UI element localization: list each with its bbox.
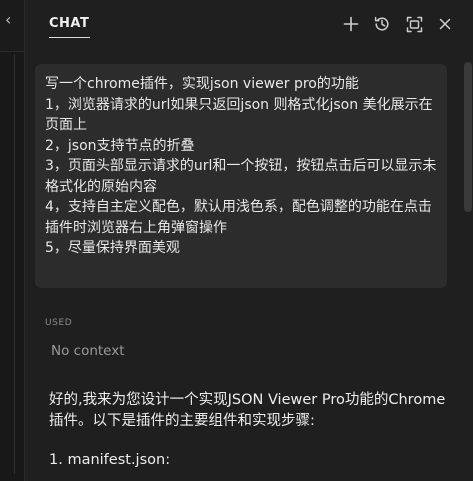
tab-chat[interactable]: CHAT <box>49 16 89 31</box>
editor-tabbar-edge: ‹ <box>0 0 24 52</box>
used-context-label: USED <box>45 318 73 328</box>
chat-scrollbar-thumb[interactable] <box>464 62 472 212</box>
prompt-line: 写一个chrome插件，实现json viewer pro的功能 <box>45 76 359 92</box>
prompt-line: 2，json支持节点的折叠 <box>45 137 195 154</box>
prompt-line: 4，支持自主定义配色，默认用浅色系，配色调整的功能在点击插件时浏览器右上角弹窗操… <box>45 199 432 236</box>
user-prompt-message[interactable]: 写一个chrome插件，实现json viewer pro的功能 1，浏览器请求… <box>35 64 447 288</box>
chat-panel: CHAT 写一个chrome插件，实现json viewer pro的功能 1，… <box>25 0 473 481</box>
chevron-left-icon[interactable]: ‹ <box>5 12 11 28</box>
editor-guide-line <box>14 54 15 474</box>
prompt-line: 5，尽量保持界面美观 <box>45 240 180 256</box>
reply-paragraph: 好的,我来为您设计一个实现JSON Viewer Pro功能的Chrome插件。… <box>49 392 446 429</box>
prompt-line: 3，页面头部显示请求的url和一个按钮，按钮点击后可以显示未格式化的原始内容 <box>45 158 437 195</box>
app-window: ‹ CHAT 写一个chrome插件，实现json viewer pro的功能 … <box>0 0 473 481</box>
maximize-icon[interactable] <box>404 14 424 34</box>
assistant-reply: 好的,我来为您设计一个实现JSON Viewer Pro功能的Chrome插件。… <box>49 390 449 432</box>
reply-step-heading: 1. manifest.json: <box>49 452 171 468</box>
close-icon[interactable] <box>435 14 455 34</box>
prompt-line: 1，浏览器请求的url如果只返回json 则格式化json 美化展示在页面上 <box>45 96 433 134</box>
editor-edge: ‹ <box>0 0 25 481</box>
chat-scrollbar[interactable] <box>463 56 473 481</box>
history-icon[interactable] <box>372 14 392 34</box>
context-value: No context <box>51 343 125 359</box>
plus-icon[interactable] <box>341 14 361 34</box>
chat-scroll-area[interactable]: 写一个chrome插件，实现json viewer pro的功能 1，浏览器请求… <box>25 50 473 481</box>
chat-header: CHAT <box>25 0 473 50</box>
tab-chat-underline <box>49 37 90 38</box>
